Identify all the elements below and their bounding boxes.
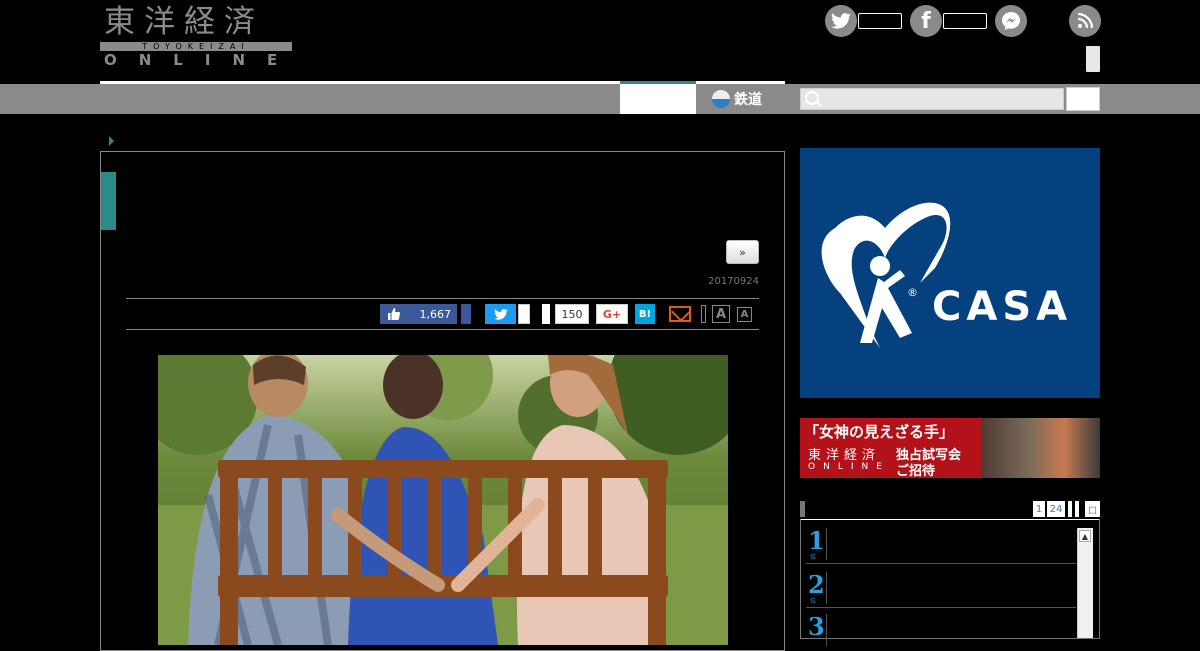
ranking-tab-b[interactable] <box>1075 501 1079 517</box>
facebook-like-button[interactable]: 1,667 <box>380 304 457 324</box>
logo-jp[interactable]: 東洋経済 <box>104 4 264 40</box>
print-button[interactable] <box>701 305 706 323</box>
movie-ad-text-2: ご招待 <box>896 464 936 478</box>
train-icon <box>712 90 730 108</box>
ranking-tab-24[interactable]: 24 <box>1047 501 1065 517</box>
nav-tab-rail[interactable]: 鉄道 <box>712 86 762 112</box>
thumbs-up-icon <box>388 308 400 320</box>
nav-tab-rail-label: 鉄道 <box>734 92 762 108</box>
rank-suffix-2: 位 <box>810 598 817 605</box>
casa-ad-banner[interactable]: ® CASA <box>800 148 1100 398</box>
ranking-list <box>800 519 1100 639</box>
twitter-share-icon <box>493 308 508 320</box>
next-page-button[interactable]: » <box>726 240 759 264</box>
search-icon <box>805 91 819 105</box>
google-plus-button[interactable]: G+ <box>596 304 628 324</box>
rank-separator <box>826 528 827 560</box>
facebook-icon[interactable]: f <box>910 5 942 37</box>
font-large-button[interactable]: A <box>712 305 730 323</box>
messenger-icon[interactable] <box>995 5 1027 37</box>
twitter-share-button[interactable] <box>485 304 516 324</box>
rss-icon[interactable] <box>1069 5 1101 37</box>
facebook-like-count[interactable] <box>943 13 987 29</box>
rank-separator <box>826 614 827 646</box>
article-category-marker <box>101 172 116 230</box>
search-input[interactable] <box>800 88 1064 110</box>
share-bar-bottom-rule <box>126 329 759 330</box>
twitter-icon[interactable] <box>825 5 857 37</box>
casa-logo-text: CASA <box>932 284 1073 330</box>
facebook-like-count: 1,667 <box>419 307 452 321</box>
rank-number-2: 2 <box>808 570 825 599</box>
rank-row-divider <box>806 563 1076 564</box>
ranking-tab-a[interactable] <box>1068 501 1072 517</box>
facebook-share-button[interactable] <box>461 304 471 324</box>
scroll-up-icon[interactable]: ▲ <box>1079 530 1091 542</box>
mail-icon[interactable] <box>669 306 691 322</box>
search-button[interactable] <box>1066 87 1100 111</box>
twitter-share-count <box>518 304 530 324</box>
ranking-tab-last[interactable]: ロ <box>1085 501 1100 517</box>
share-bar-top-rule <box>126 298 759 299</box>
menu-button[interactable] <box>1086 46 1100 72</box>
rank-suffix-1: 位 <box>810 554 817 561</box>
font-small-button[interactable]: A <box>737 307 752 322</box>
hatena-count: 150 <box>555 304 589 324</box>
rank-number-1: 1 <box>808 526 825 555</box>
nav-tab-active[interactable] <box>620 84 696 114</box>
share-count-spacer <box>542 304 550 324</box>
article-date: 20170924 <box>708 276 759 287</box>
movie-ad-logo-jp: 東洋経済 <box>808 448 881 463</box>
hatena-bookmark-button[interactable]: B! <box>635 304 655 324</box>
movie-ad-photo <box>981 418 1100 478</box>
movie-ad-banner[interactable]: 「女神の見えざる手」 東洋経済 ONLINE 独占試写会 ご招待 <box>800 418 1100 478</box>
article-photo <box>158 355 728 645</box>
ranking-scrollbar[interactable] <box>1077 528 1093 638</box>
twitter-follow-count[interactable] <box>858 13 902 29</box>
movie-ad-title: 「女神の見えざる手」 <box>804 423 955 441</box>
rank-number-3: 3 <box>808 612 825 641</box>
ranking-tab-1[interactable]: 1 <box>1033 501 1045 517</box>
ranking-marker <box>800 501 805 517</box>
casa-registered-mark: ® <box>907 286 918 299</box>
movie-ad-logo-en: ONLINE <box>808 462 890 472</box>
logo-en[interactable]: ONLINE <box>104 52 299 69</box>
breadcrumb-arrow-icon <box>109 136 114 146</box>
rank-separator <box>826 572 827 604</box>
rank-row-divider <box>806 607 1076 608</box>
